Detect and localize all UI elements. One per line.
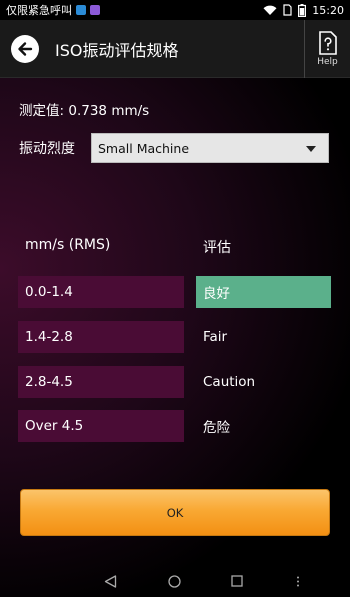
nav-home-icon[interactable] bbox=[168, 575, 181, 588]
help-button[interactable]: Help bbox=[304, 20, 350, 78]
nav-menu-icon[interactable] bbox=[296, 576, 300, 587]
wifi-icon bbox=[263, 5, 277, 15]
status-left: 仅限紧急呼叫 bbox=[6, 2, 100, 18]
chevron-down-icon bbox=[306, 146, 316, 152]
severity-label: 振动烈度 bbox=[19, 141, 75, 157]
range-cell: 0.0-1.4 bbox=[18, 276, 184, 308]
battery-icon bbox=[298, 3, 307, 17]
notification-app-icon bbox=[76, 5, 86, 15]
measured-label: 测定值: bbox=[19, 103, 65, 119]
status-time: 15:20 bbox=[312, 3, 344, 17]
status-right: 15:20 bbox=[263, 3, 344, 17]
status-bar: 仅限紧急呼叫 15:20 bbox=[0, 0, 350, 20]
ok-button[interactable]: OK bbox=[20, 489, 330, 536]
back-arrow-icon bbox=[18, 41, 33, 56]
severity-dropdown[interactable]: Small Machine bbox=[91, 133, 329, 163]
page-title: ISO振动评估规格 bbox=[55, 40, 179, 60]
rating-cell: 良好 bbox=[196, 276, 331, 308]
severity-selected-value: Small Machine bbox=[98, 140, 190, 156]
range-cell: 2.8-4.5 bbox=[18, 366, 184, 398]
rating-cell: Caution bbox=[203, 374, 256, 390]
sim-icon bbox=[283, 4, 292, 16]
nav-back-icon[interactable] bbox=[104, 575, 117, 588]
measured-value: 0.738 bbox=[68, 103, 108, 119]
nav-recents-icon[interactable] bbox=[231, 575, 243, 587]
measured-unit: mm/s bbox=[111, 103, 150, 119]
range-cell: 1.4-2.8 bbox=[18, 321, 184, 353]
help-label: Help bbox=[317, 57, 338, 67]
range-column-header: mm/s (RMS) bbox=[25, 237, 111, 253]
rating-column-header: 评估 bbox=[203, 240, 231, 256]
title-bar: ISO振动评估规格 Help bbox=[0, 20, 350, 78]
severity-row: 振动烈度 Small Machine bbox=[19, 133, 329, 163]
back-button[interactable] bbox=[11, 34, 39, 63]
rating-cell: 危险 bbox=[203, 420, 230, 436]
notification-app-icon bbox=[90, 5, 100, 15]
help-icon bbox=[318, 31, 337, 55]
range-cell: Over 4.5 bbox=[18, 410, 184, 442]
carrier-text: 仅限紧急呼叫 bbox=[6, 4, 72, 17]
rating-cell: Fair bbox=[203, 329, 228, 345]
navigation-bar bbox=[0, 565, 350, 597]
measured-value-line: 测定值: 0.738 mm/s bbox=[19, 99, 149, 119]
